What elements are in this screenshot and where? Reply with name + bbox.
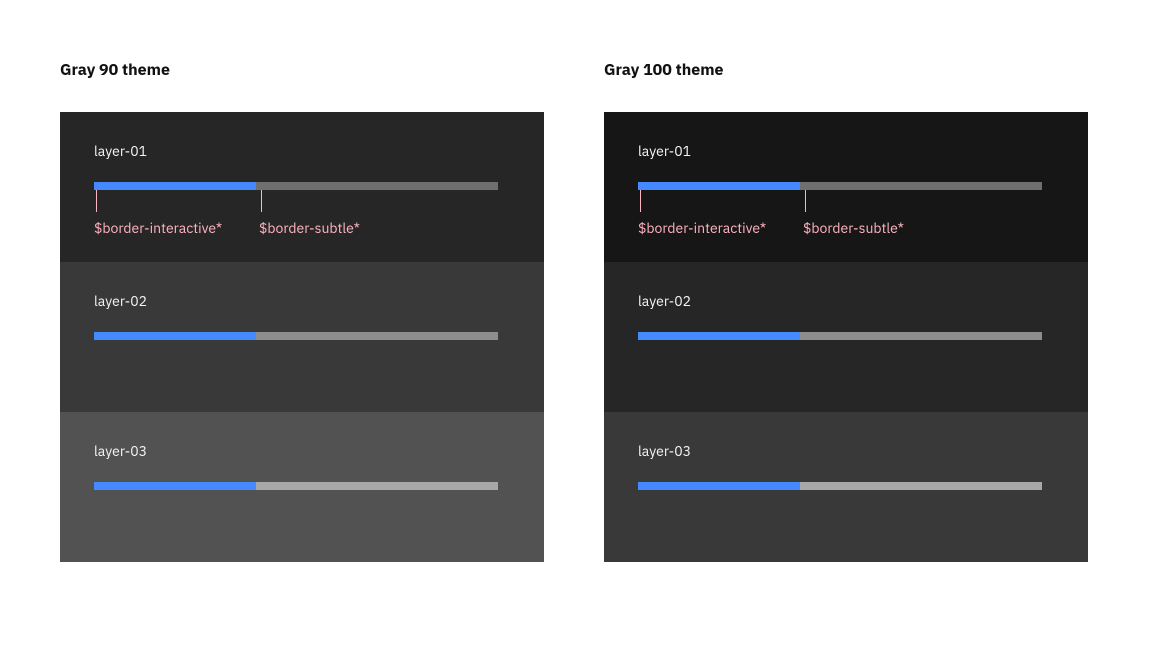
theme-title: Gray 90 theme <box>60 60 544 80</box>
progress-bar <box>94 332 498 340</box>
layer-label: layer-03 <box>94 442 510 460</box>
progress-bar <box>638 482 1042 490</box>
annotation-group: $border-interactive* $border-subtle* <box>638 190 1042 240</box>
progress-fill <box>94 482 256 490</box>
theme-swatch: layer-01 $border-interactive* $border-su… <box>604 112 1088 562</box>
annotation-border-subtle: $border-subtle* <box>261 190 362 237</box>
progress-fill <box>94 182 256 190</box>
progress-bar <box>638 182 1042 190</box>
annotation-label: $border-interactive* <box>94 219 222 237</box>
layer-01: layer-01 $border-interactive* $border-su… <box>604 112 1088 262</box>
progress-track <box>256 182 498 190</box>
progress-fill <box>638 182 800 190</box>
layer-label: layer-02 <box>94 292 510 310</box>
annotation-border-subtle: $border-subtle* <box>805 190 906 237</box>
progress-bar <box>638 332 1042 340</box>
theme-swatch: layer-01 $border-interactive* $border-su… <box>60 112 544 562</box>
layer-01: layer-01 $border-interactive* $border-su… <box>60 112 544 262</box>
annotation-label: $border-subtle* <box>259 219 360 237</box>
layer-02: layer-02 <box>604 262 1088 412</box>
progress-track <box>800 182 1042 190</box>
annotation-border-interactive: $border-interactive* <box>640 190 768 237</box>
progress-fill <box>638 482 800 490</box>
progress-fill <box>94 332 256 340</box>
annotation-label: $border-subtle* <box>803 219 904 237</box>
progress-track <box>800 332 1042 340</box>
layer-label: layer-02 <box>638 292 1054 310</box>
annotation-tick <box>805 190 806 212</box>
layer-label: layer-03 <box>638 442 1054 460</box>
progress-track <box>256 332 498 340</box>
annotation-group: $border-interactive* $border-subtle* <box>94 190 498 240</box>
theme-title: Gray 100 theme <box>604 60 1088 80</box>
page-root: Gray 90 theme layer-01 $border-interacti… <box>0 0 1152 562</box>
annotation-tick <box>96 190 97 212</box>
annotation-border-interactive: $border-interactive* <box>96 190 224 237</box>
layer-label: layer-01 <box>94 142 510 160</box>
progress-fill <box>638 332 800 340</box>
layer-03: layer-03 <box>60 412 544 562</box>
annotation-tick <box>640 190 641 212</box>
annotation-label: $border-interactive* <box>638 219 766 237</box>
layer-03: layer-03 <box>604 412 1088 562</box>
layer-02: layer-02 <box>60 262 544 412</box>
theme-column-gray-100: Gray 100 theme layer-01 $border-interact… <box>604 60 1088 562</box>
theme-column-gray-90: Gray 90 theme layer-01 $border-interacti… <box>60 60 544 562</box>
annotation-tick <box>261 190 262 212</box>
progress-track <box>800 482 1042 490</box>
progress-track <box>256 482 498 490</box>
progress-bar <box>94 482 498 490</box>
progress-bar <box>94 182 498 190</box>
layer-label: layer-01 <box>638 142 1054 160</box>
